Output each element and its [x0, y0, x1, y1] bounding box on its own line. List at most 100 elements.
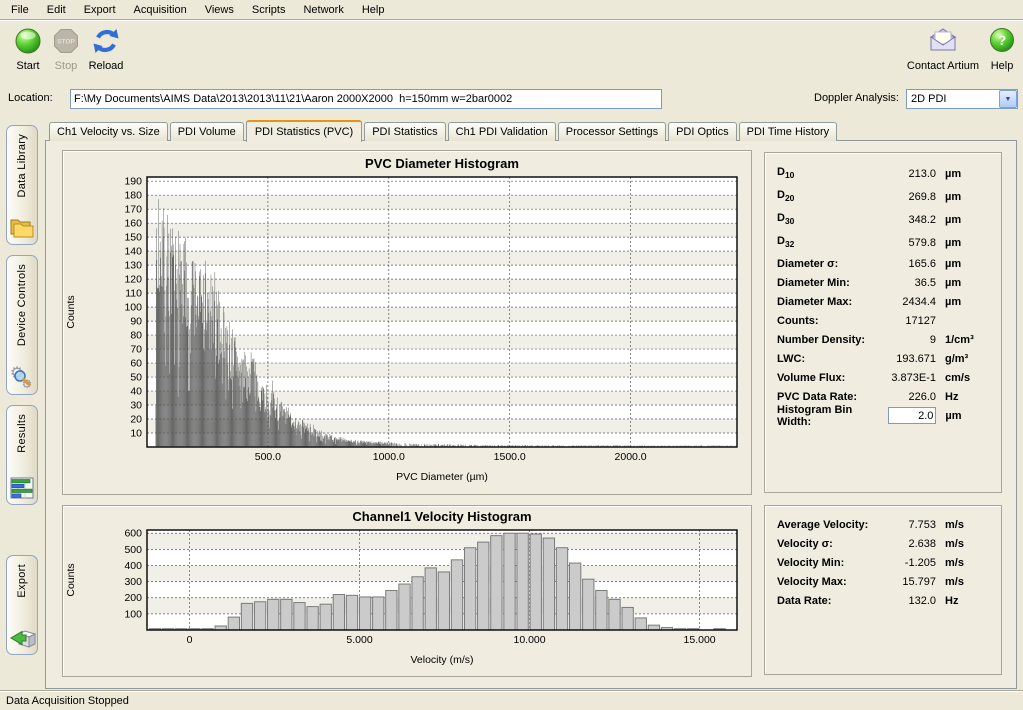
stat-value: -1.205: [844, 557, 936, 569]
chevron-down-icon[interactable]: ▼: [999, 90, 1017, 108]
sidebar-item-results[interactable]: Results: [6, 405, 38, 505]
stat-label: Velocity Max:: [777, 576, 847, 588]
svg-text:Velocity (m/s): Velocity (m/s): [410, 654, 473, 666]
menu-file[interactable]: File: [2, 2, 38, 18]
help-icon: ?: [985, 27, 1019, 58]
stat-value: 7.753: [868, 519, 936, 531]
svg-text:Channel1 Velocity Histogram: Channel1 Velocity Histogram: [352, 509, 531, 524]
stat-row-number-density: Number Density:91/cm³: [777, 330, 991, 349]
help-label: Help: [991, 60, 1014, 72]
menu-export[interactable]: Export: [75, 2, 125, 18]
stat-unit: m/s: [936, 519, 991, 531]
stat-unit: µm: [936, 258, 991, 270]
menu-bar: FileEditExportAcquisitionViewsScriptsNet…: [0, 0, 1023, 20]
stat-unit: m/s: [936, 576, 991, 588]
contact-artium-button[interactable]: Contact Artium: [899, 27, 987, 72]
svg-text:600: 600: [124, 528, 142, 540]
results-icon: [10, 477, 35, 500]
stat-label: Counts:: [777, 315, 819, 327]
stat-unit: µm: [936, 168, 991, 180]
velocity-histogram-panel: 10020030040050060005.00010.00015.000Chan…: [62, 505, 752, 677]
stat-unit: Hz: [936, 391, 991, 403]
stat-label: LWC:: [777, 353, 805, 365]
location-label: Location:: [8, 92, 53, 104]
help-button[interactable]: ? Help: [985, 27, 1019, 72]
stat-row-velocity-max: Velocity Max:15.797m/s: [777, 572, 991, 591]
svg-text:80: 80: [130, 330, 142, 342]
svg-text:90: 90: [130, 316, 142, 328]
tab-pdi-statistics-pvc[interactable]: PDI Statistics (PVC): [246, 120, 362, 142]
tab-strip: Ch1 Velocity vs. SizePDI VolumePDI Stati…: [49, 119, 839, 141]
stat-value: 165.6: [838, 258, 936, 270]
stop-button[interactable]: STOP Stop: [48, 27, 84, 72]
doppler-analysis-select[interactable]: 2D PDI ▼: [906, 89, 1018, 109]
tab-ch1-pdi-validation[interactable]: Ch1 PDI Validation: [448, 122, 556, 141]
stat-row-velocity: Velocity σ:2.638m/s: [777, 534, 991, 553]
status-bar: Data Acquisition Stopped: [0, 690, 1023, 710]
stat-label: Velocity Min:: [777, 557, 844, 569]
stat-label: Data Rate:: [777, 595, 831, 607]
stat-unit: m/s: [936, 557, 991, 569]
tab-processor-settings[interactable]: Processor Settings: [558, 122, 666, 141]
stat-label: Diameter σ:: [777, 258, 838, 270]
stat-value: 3.873E-1: [845, 372, 936, 384]
menu-edit[interactable]: Edit: [38, 2, 75, 18]
svg-text:30: 30: [130, 400, 142, 412]
tab-pdi-time-history[interactable]: PDI Time History: [739, 122, 838, 141]
svg-text:120: 120: [124, 274, 142, 286]
folders-icon: [8, 215, 36, 240]
stat-row-diameter-min: Diameter Min:36.5µm: [777, 273, 991, 292]
svg-text:60: 60: [130, 358, 142, 370]
stat-unit: µm: [936, 410, 991, 422]
tab-pdi-statistics[interactable]: PDI Statistics: [364, 122, 445, 141]
menu-network[interactable]: Network: [294, 2, 352, 18]
tab-page-pdi-statistics-pvc: 1020304050607080901001101201301401501601…: [45, 140, 1017, 689]
stop-label: Stop: [55, 60, 78, 72]
svg-text:200: 200: [124, 592, 142, 604]
stat-row-data-rate: Data Rate:132.0Hz: [777, 591, 991, 610]
stat-row-counts: Counts:17127: [777, 311, 991, 330]
tab-pdi-volume[interactable]: PDI Volume: [170, 122, 244, 141]
stat-unit: 1/cm³: [936, 334, 991, 346]
contact-artium-label: Contact Artium: [907, 60, 979, 72]
stat-label: D10: [777, 166, 794, 180]
sidebar-item-device-controls[interactable]: Device Controls⚙⚙: [6, 255, 38, 395]
tab-ch1-velocity-vs-size[interactable]: Ch1 Velocity vs. Size: [49, 122, 168, 141]
stat-unit: µm: [936, 277, 991, 289]
velocity-statistics-panel: Average Velocity:7.753m/sVelocity σ:2.63…: [764, 505, 1002, 675]
stat-unit: cm/s: [936, 372, 991, 384]
sidebar-item-data-library[interactable]: Data Library: [6, 125, 38, 245]
histogram-bin-width-input[interactable]: [888, 407, 936, 424]
menu-views[interactable]: Views: [196, 2, 243, 18]
reload-button[interactable]: Reload: [84, 27, 128, 72]
svg-text:180: 180: [124, 190, 142, 202]
svg-text:300: 300: [124, 576, 142, 588]
sidebar-item-export[interactable]: Export: [6, 555, 38, 655]
stat-value: 269.8: [794, 191, 936, 203]
stat-label: Diameter Min:: [777, 277, 850, 289]
stat-row-d10: D10213.0µm: [777, 162, 991, 185]
stat-value: 2434.4: [852, 296, 936, 308]
svg-text:Counts: Counts: [65, 563, 77, 596]
tab-pdi-optics[interactable]: PDI Optics: [668, 122, 737, 141]
svg-text:STOP: STOP: [57, 39, 75, 46]
location-input[interactable]: [70, 89, 662, 109]
status-text: Data Acquisition Stopped: [6, 695, 129, 707]
stat-row-d30: D30348.2µm: [777, 208, 991, 231]
svg-text:50: 50: [130, 372, 142, 384]
menu-help[interactable]: Help: [353, 2, 394, 18]
svg-text:PVC Diameter Histogram: PVC Diameter Histogram: [365, 156, 519, 171]
stat-row-d20: D20269.8µm: [777, 185, 991, 208]
stat-value: 17127: [819, 315, 936, 327]
toolbar: Start STOP Stop Reload: [0, 20, 1023, 84]
menu-acquisition[interactable]: Acquisition: [125, 2, 196, 18]
stat-value: 226.0: [857, 391, 936, 403]
location-row: Location: Doppler Analysis: 2D PDI ▼: [0, 88, 1023, 110]
menu-scripts[interactable]: Scripts: [243, 2, 295, 18]
stat-row-average-velocity: Average Velocity:7.753m/s: [777, 515, 991, 534]
sidebar-item-label: Device Controls: [16, 264, 28, 346]
stat-unit: Hz: [936, 595, 991, 607]
svg-text:150: 150: [124, 232, 142, 244]
stat-unit: m/s: [936, 538, 991, 550]
start-button[interactable]: Start: [8, 27, 48, 72]
